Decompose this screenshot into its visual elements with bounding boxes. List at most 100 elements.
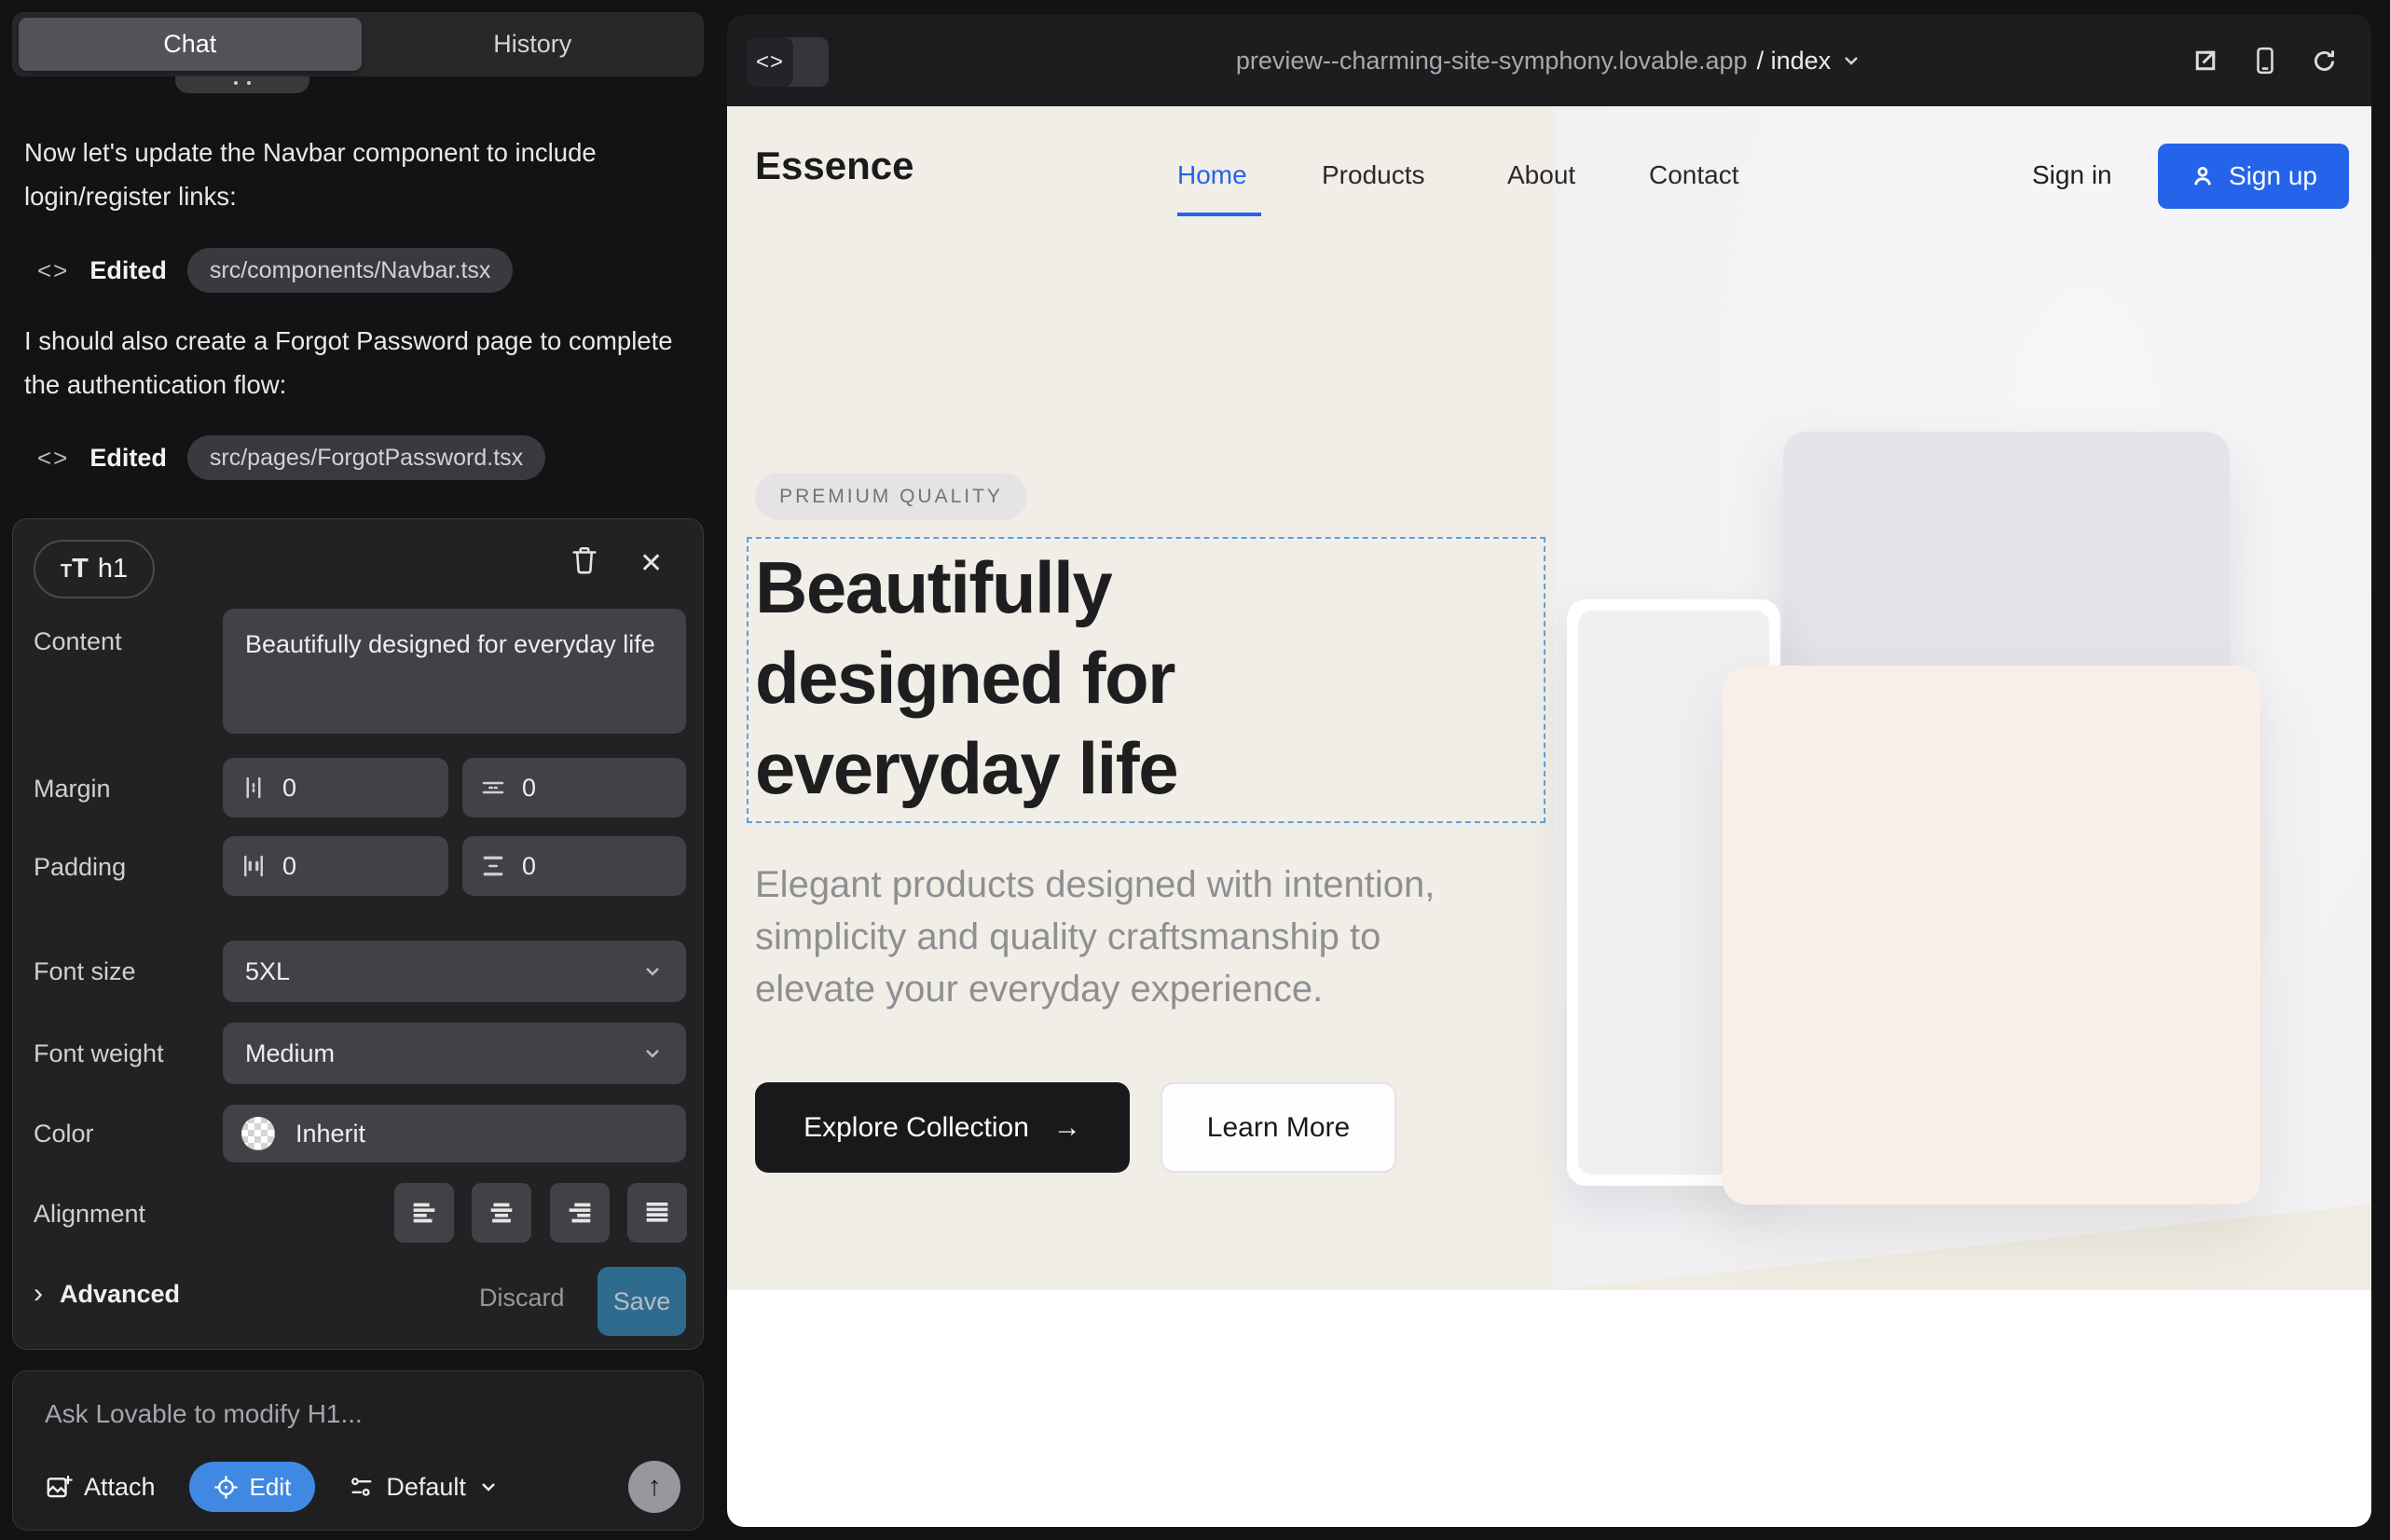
padding-vertical-input[interactable]: 0 [462,836,686,896]
arrow-up-icon: ↑ [648,1471,662,1502]
content-input[interactable]: Beautifully designed for everyday life [223,609,686,734]
edited-label: Edited [89,444,167,473]
hero-paragraph-line: simplicity and quality craftsmanship to [755,911,1435,963]
element-tag-pill: TT h1 [34,540,155,598]
padding-horizontal-icon [240,852,268,880]
tab-history[interactable]: History [362,12,705,76]
alignment-label: Alignment [34,1200,145,1229]
align-justify-icon [641,1197,673,1229]
attach-image-icon [45,1473,73,1501]
code-icon: <> [37,256,69,285]
prompt-input[interactable]: Ask Lovable to modify H1... [45,1399,363,1429]
font-weight-select[interactable]: Medium [223,1023,686,1084]
file-chip[interactable]: src/pages/ForgotPassword.tsx [187,435,545,480]
font-weight-label: Font weight [34,1039,164,1068]
edited-file-row: <> Edited src/components/Navbar.tsx [37,247,513,294]
attach-button[interactable]: Attach [45,1473,156,1502]
align-left-icon [408,1197,440,1229]
margin-horizontal-input[interactable]: 0 [223,758,448,818]
hero-heading[interactable]: Beautifully designed for everyday life [755,543,1177,814]
composer-toolbar: Attach Edit Default ↑ [45,1461,680,1513]
nav-link-contact[interactable]: Contact [1649,160,1739,190]
color-label: Color [34,1120,94,1148]
target-icon [213,1475,239,1500]
color-swatch-checkerboard [241,1117,275,1150]
browser-actions [2191,15,2338,106]
margin-vertical-icon [479,774,507,802]
element-editor-panel: TT h1 ✕ Content Beautifully designed for… [12,518,704,1350]
element-tag-name: h1 [98,554,128,584]
hero-paragraph: Elegant products designed with intention… [755,859,1435,1015]
chat-message: Now let's update the Navbar component to… [24,131,688,218]
margin-horizontal-value: 0 [282,774,296,803]
sign-in-link[interactable]: Sign in [2032,160,2112,190]
refresh-icon[interactable] [2311,48,2338,75]
preview-browser-window: <> preview--charming-site-symphony.lovab… [727,15,2371,1527]
chat-history-tabs: Chat History [12,12,704,76]
font-weight-value: Medium [245,1039,335,1068]
chevron-right-icon: › [34,1278,43,1310]
url-domain: preview--charming-site-symphony.lovable.… [1236,47,1748,76]
edit-chip-label: Edit [250,1473,292,1502]
chevron-down-icon [641,1042,664,1065]
hero-paragraph-line: Elegant products designed with intention… [755,859,1435,911]
trash-icon [569,543,600,577]
text-size-icon: TT [61,554,89,584]
margin-vertical-input[interactable]: 0 [462,758,686,818]
code-icon: <> [37,444,69,473]
hero-paragraph-line: elevate your everyday experience. [755,963,1435,1015]
nav-link-home[interactable]: Home [1177,160,1247,190]
hero-heading-line: everyday life [755,723,1177,814]
hero-badge: PREMIUM QUALITY [755,473,1027,520]
user-icon [2190,163,2216,189]
sliders-icon [349,1474,375,1500]
explore-collection-button[interactable]: Explore Collection → [755,1082,1130,1173]
nav-link-products[interactable]: Products [1322,160,1425,190]
color-value: Inherit [295,1120,365,1148]
close-icon: ✕ [639,548,663,579]
padding-horizontal-value: 0 [282,852,296,881]
chat-message: I should also create a Forgot Password p… [24,319,688,406]
align-justify-button[interactable] [627,1183,687,1243]
learn-more-button[interactable]: Learn More [1161,1082,1396,1173]
advanced-toggle[interactable]: › Advanced [34,1278,180,1310]
sign-up-button[interactable]: Sign up [2158,144,2349,209]
section-below-hero [727,1290,2371,1436]
padding-horizontal-input[interactable]: 0 [223,836,448,896]
align-center-button[interactable] [472,1183,531,1243]
edited-file-row: <> Edited src/pages/ForgotPassword.tsx [37,434,545,481]
hero-heading-line: designed for [755,633,1177,723]
url-bar[interactable]: preview--charming-site-symphony.lovable.… [727,15,2371,106]
discard-button[interactable]: Discard [479,1284,565,1313]
url-path: / index [1757,47,1832,76]
close-panel-button[interactable]: ✕ [639,547,663,580]
color-select[interactable]: Inherit [223,1105,686,1162]
font-size-label: Font size [34,957,136,986]
padding-vertical-value: 0 [522,852,536,881]
file-chip[interactable]: src/components/Navbar.tsx [187,248,514,293]
margin-horizontal-icon [240,774,268,802]
open-external-icon[interactable] [2191,47,2219,75]
sign-up-label: Sign up [2229,161,2317,191]
margin-vertical-value: 0 [522,774,536,803]
align-right-icon [564,1197,596,1229]
font-size-select[interactable]: 5XL [223,941,686,1002]
chevron-down-icon [641,960,664,983]
chevron-down-icon [1840,49,1862,72]
mode-select[interactable]: Default [349,1473,500,1502]
content-label: Content [34,627,122,656]
edited-label: Edited [89,256,167,285]
tab-chat[interactable]: Chat [19,18,362,71]
edit-mode-chip[interactable]: Edit [189,1462,316,1512]
delete-element-button[interactable] [569,543,600,580]
mobile-preview-icon[interactable] [2253,47,2277,75]
align-left-button[interactable] [394,1183,454,1243]
align-right-button[interactable] [550,1183,610,1243]
site-logo[interactable]: Essence [755,144,913,188]
send-button[interactable]: ↑ [628,1461,680,1513]
nav-link-about[interactable]: About [1507,160,1575,190]
arrow-right-icon: → [1053,1112,1081,1144]
padding-vertical-icon [479,852,507,880]
margin-label: Margin [34,775,111,804]
save-button[interactable]: Save [598,1267,686,1336]
